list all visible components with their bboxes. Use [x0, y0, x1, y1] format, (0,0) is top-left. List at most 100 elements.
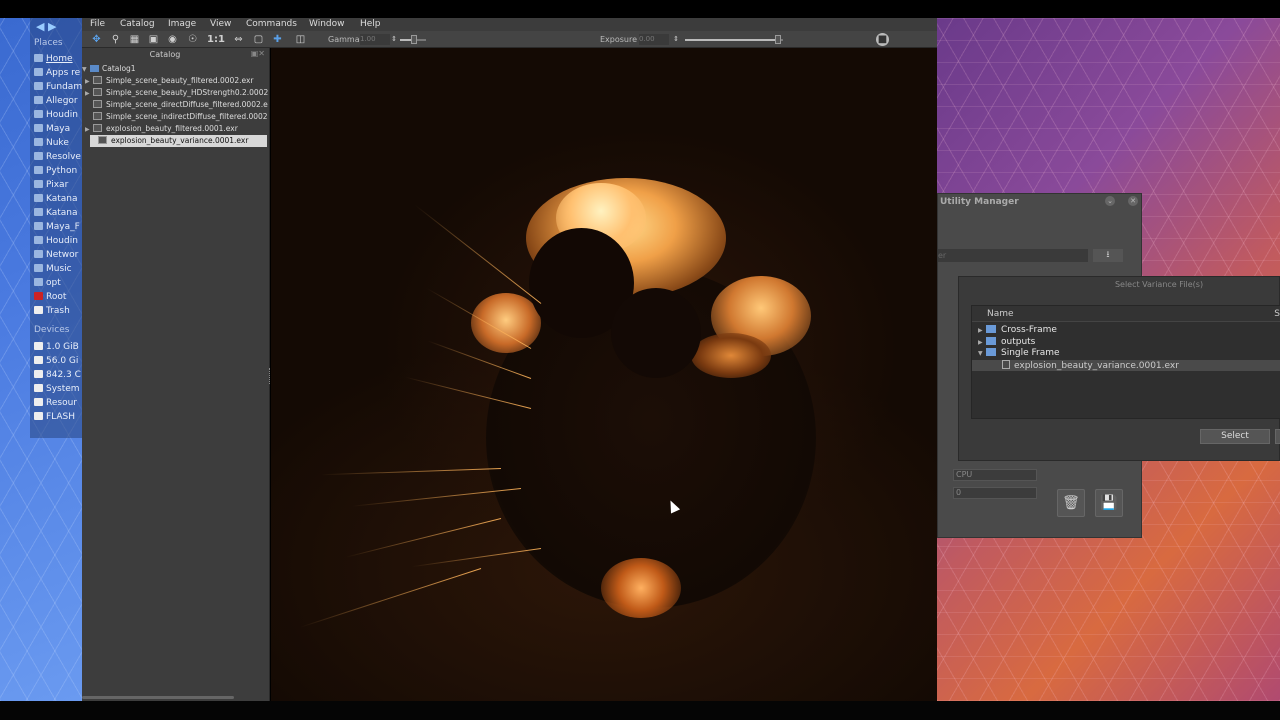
place-item[interactable]: Python: [34, 166, 82, 179]
bottom-bar: [0, 701, 1280, 720]
tree-folder-row[interactable]: ▶ Cross-Frame: [972, 325, 1280, 336]
catalog-file-row[interactable]: ▶ Simple_scene_beauty_filtered.0002.exr: [82, 75, 268, 87]
catalog-root[interactable]: ▼ Catalog1: [82, 63, 268, 75]
device-select[interactable]: CPU: [953, 469, 1037, 481]
flip-icon[interactable]: ⇔: [232, 33, 245, 46]
place-item[interactable]: Home: [34, 54, 82, 67]
place-item[interactable]: Houdin: [34, 110, 82, 123]
frame-icon[interactable]: ▢: [252, 33, 265, 46]
folder-icon: [986, 325, 996, 333]
catalog-title: Catalog: [149, 50, 181, 59]
expand-arrow-icon[interactable]: ▶: [85, 88, 93, 99]
place-item[interactable]: Allegor: [34, 96, 82, 109]
zoom-in-icon[interactable]: ☉: [186, 33, 199, 46]
place-item[interactable]: Apps re: [34, 68, 82, 81]
catalog-file-row[interactable]: explosion_beauty_variance.0001.exr: [90, 135, 267, 147]
back-forward-icon[interactable]: ◀ ▶: [36, 20, 56, 33]
place-item[interactable]: Fundam: [34, 82, 82, 95]
cancel-button[interactable]: [1275, 429, 1280, 444]
root-icon: [34, 292, 43, 300]
device-item[interactable]: 56.0 Gi: [34, 356, 82, 369]
utility-manager-title: Utility Manager: [940, 197, 1019, 207]
gamma-spin-icon[interactable]: ⇕: [390, 33, 398, 46]
utility-path-field[interactable]: er: [938, 249, 1088, 262]
zoom-icon[interactable]: ⚲: [109, 33, 122, 46]
place-item[interactable]: Networ: [34, 250, 82, 263]
place-item[interactable]: Maya_F: [34, 222, 82, 235]
place-item-label: Trash: [46, 306, 70, 316]
gamma-value[interactable]: 1.00: [360, 34, 390, 45]
select-button[interactable]: Select: [1200, 429, 1270, 444]
device-item[interactable]: FLASH: [34, 412, 82, 425]
menu-view[interactable]: View: [210, 18, 231, 31]
place-item[interactable]: Trash: [34, 306, 82, 319]
exposure-slider-knob[interactable]: [775, 35, 782, 44]
number-spinbox[interactable]: 0: [953, 487, 1037, 499]
panel-close-icon[interactable]: ▣✕: [251, 49, 265, 58]
menu-window[interactable]: Window: [309, 18, 345, 31]
region-icon[interactable]: ◉: [166, 33, 179, 46]
minimize-icon[interactable]: ⌄: [1105, 196, 1115, 206]
place-item[interactable]: Nuke: [34, 138, 82, 151]
one-to-one-button[interactable]: 1:1: [206, 33, 226, 46]
folder-icon: [34, 236, 43, 244]
place-item[interactable]: Resolve: [34, 152, 82, 165]
film-icon[interactable]: ▦: [128, 33, 141, 46]
menu-help[interactable]: Help: [360, 18, 381, 31]
trash-icon: [34, 306, 43, 314]
exposure-slider[interactable]: [685, 39, 783, 41]
exposure-value[interactable]: 0.00: [639, 34, 669, 45]
tree-file-row[interactable]: explosion_beauty_variance.0001.exr: [972, 359, 1280, 371]
expand-arrow-icon[interactable]: ▶: [972, 337, 986, 348]
place-item[interactable]: Root: [34, 292, 82, 305]
catalog-file-row[interactable]: ▶ Simple_scene_beauty_HDStrength0.2.0002.: [82, 87, 268, 99]
catalog-file-row[interactable]: ▶ explosion_beauty_filtered.0001.exr: [82, 123, 268, 135]
tree-folder-row[interactable]: ▼ Single Frame: [972, 348, 1280, 359]
snapshot-icon[interactable]: ◫: [294, 33, 307, 46]
place-item[interactable]: opt: [34, 278, 82, 291]
gamma-slider-knob[interactable]: [411, 35, 418, 44]
catalog-file-row[interactable]: Simple_scene_directDiffuse_filtered.0002…: [82, 99, 268, 111]
folder-icon: [34, 222, 43, 230]
catalog-file-name: explosion_beauty_variance.0001.exr: [111, 136, 249, 145]
column-header-name[interactable]: Name: [972, 306, 1280, 322]
collapse-arrow-icon[interactable]: ▼: [972, 348, 986, 359]
place-item-label: opt: [46, 278, 61, 288]
move-icon[interactable]: ✥: [90, 33, 103, 46]
place-item[interactable]: Music: [34, 264, 82, 277]
place-item-label: Allegor: [46, 96, 78, 106]
record-icon[interactable]: ■: [876, 33, 889, 46]
upload-icon[interactable]: ⭳: [1093, 249, 1123, 262]
place-item[interactable]: Houdin: [34, 236, 82, 249]
device-item[interactable]: Resour: [34, 398, 82, 411]
fit-icon[interactable]: ▣: [147, 33, 160, 46]
save-icon[interactable]: 💾: [1095, 489, 1123, 517]
menu-commands[interactable]: Commands: [246, 18, 297, 31]
catalog-scrollbar[interactable]: [82, 696, 234, 699]
place-item[interactable]: Maya: [34, 124, 82, 137]
device-item[interactable]: 1.0 GiB: [34, 342, 82, 355]
place-item[interactable]: Pixar: [34, 180, 82, 193]
folder-icon: [34, 110, 43, 118]
image-file-icon: [93, 76, 102, 84]
image-file-icon: [93, 100, 102, 108]
trash-icon[interactable]: 🗑: [1057, 489, 1085, 517]
exposure-spin-icon[interactable]: ⇕: [672, 33, 680, 46]
menu-file[interactable]: File: [90, 18, 105, 31]
device-item[interactable]: System: [34, 384, 82, 397]
image-viewer[interactable]: [271, 48, 937, 701]
close-icon[interactable]: ✕: [1128, 196, 1138, 206]
place-item[interactable]: Katana: [34, 194, 82, 207]
tree-folder-row[interactable]: ▶ outputs: [972, 336, 1280, 348]
expand-arrow-icon[interactable]: ▶: [85, 76, 93, 87]
expand-arrow-icon[interactable]: ▶: [85, 124, 93, 135]
crosshair-icon[interactable]: ✚: [271, 33, 284, 46]
menu-catalog[interactable]: Catalog: [120, 18, 155, 31]
select-variance-dialog: Select Variance File(s) Name S ▶ Cross-Fr…: [958, 276, 1280, 461]
menu-image[interactable]: Image: [168, 18, 196, 31]
expand-arrow-icon[interactable]: ▶: [972, 325, 986, 336]
catalog-file-row[interactable]: Simple_scene_indirectDiffuse_filtered.00…: [82, 111, 268, 123]
device-item[interactable]: 842.3 C: [34, 370, 82, 383]
column-header-size[interactable]: S: [1274, 306, 1280, 322]
place-item[interactable]: Katana: [34, 208, 82, 221]
